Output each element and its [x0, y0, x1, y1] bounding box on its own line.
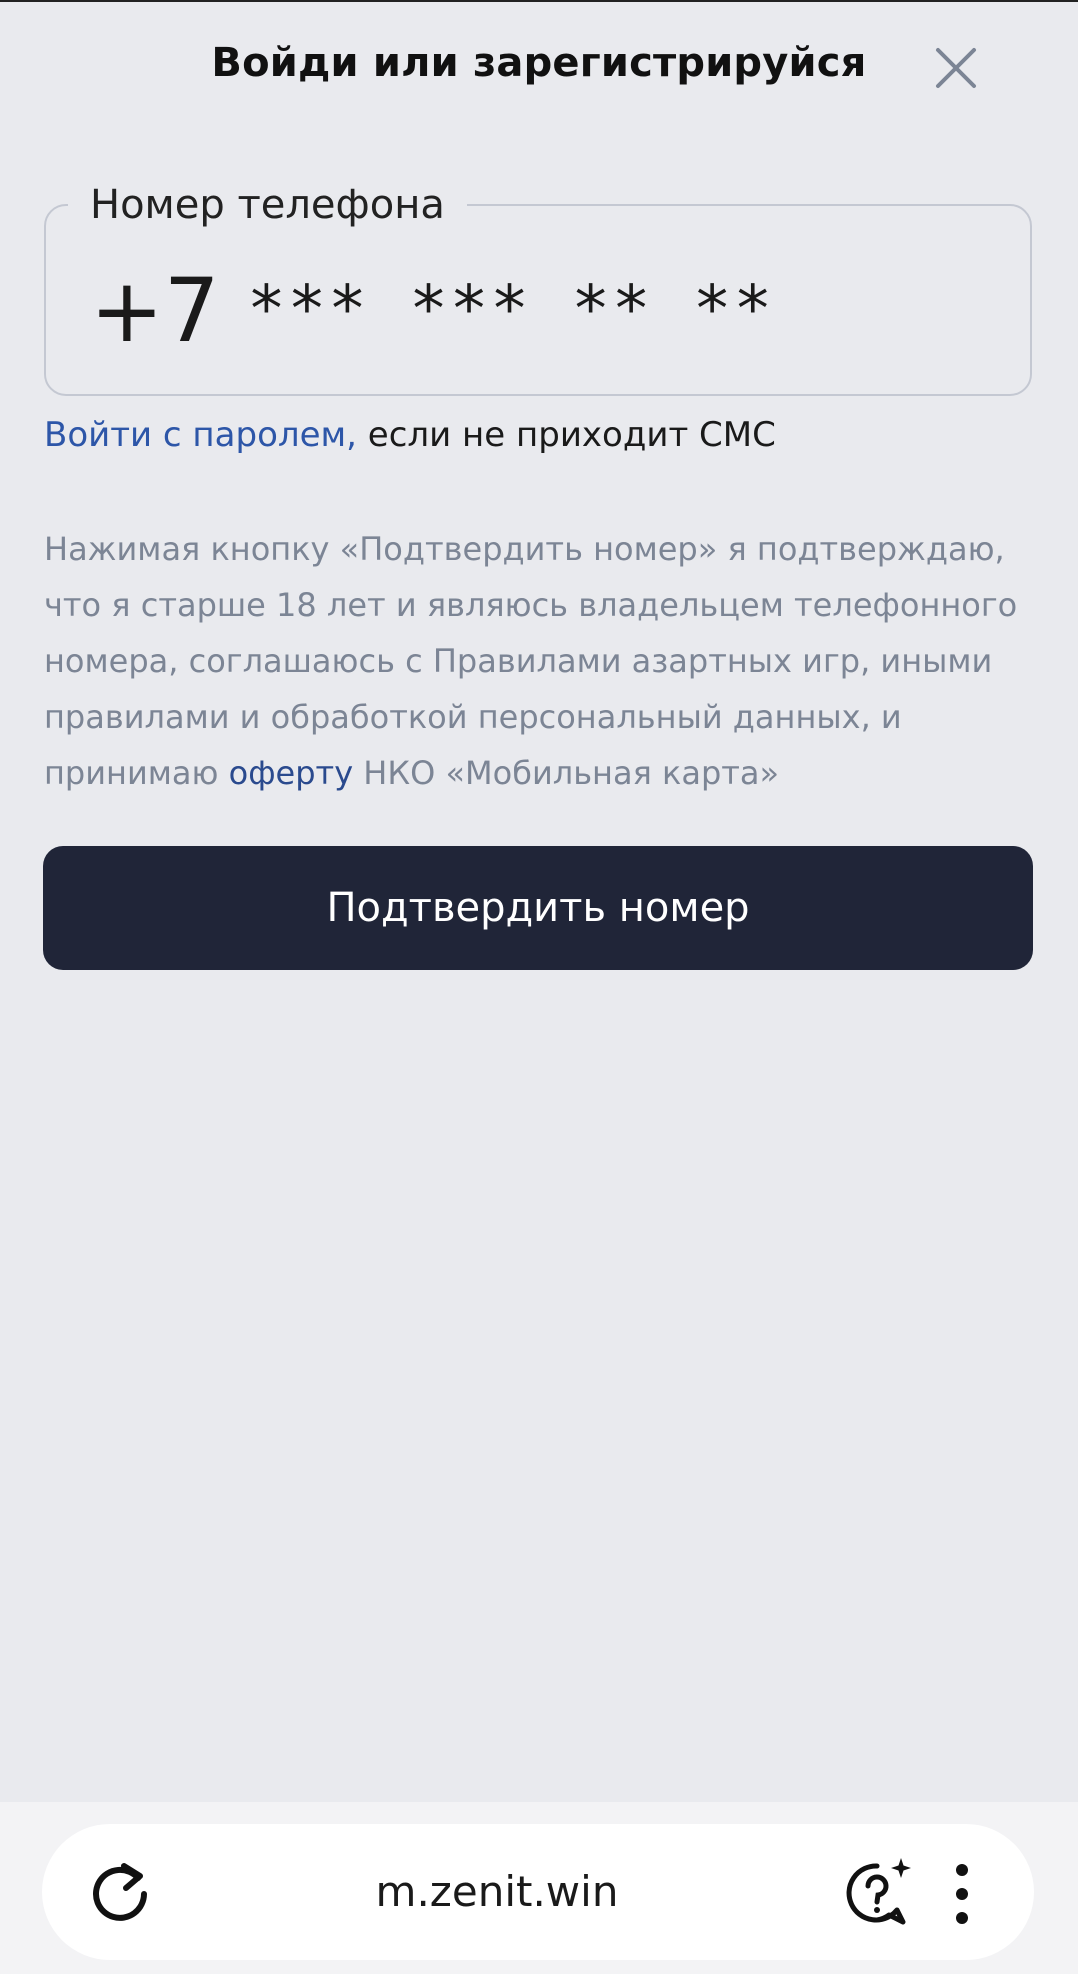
disclaimer-text-end: НКО «Мобильная карта»: [353, 754, 780, 792]
address-bar[interactable]: m.zenit.win: [42, 1824, 1034, 1960]
phone-mask: *** *** ** **: [247, 273, 774, 347]
more-vertical-icon: [956, 1864, 968, 1924]
close-button[interactable]: [928, 40, 984, 96]
sms-hint-text: если не приходит СМС: [357, 415, 776, 455]
login-page: Войди или зарегистрируйся Номер телефона…: [0, 0, 1078, 1974]
browser-bottom-bar: m.zenit.win: [0, 1802, 1078, 1974]
page-title: Войди или зарегистрируйся: [211, 40, 867, 86]
url-text[interactable]: m.zenit.win: [42, 1824, 952, 1960]
assistant-button[interactable]: [837, 1852, 919, 1934]
phone-input-value[interactable]: +7 *** *** ** **: [90, 260, 774, 362]
more-menu-button[interactable]: [942, 1854, 982, 1934]
phone-country-prefix: +7: [90, 259, 220, 362]
confirm-number-button[interactable]: Подтвердить номер: [43, 846, 1033, 970]
login-with-password-link[interactable]: Войти с паролем,: [44, 415, 357, 455]
phone-field-label: Номер телефона: [68, 180, 467, 230]
phone-number-field[interactable]: Номер телефона +7 *** *** ** **: [44, 180, 1032, 396]
terms-disclaimer: Нажимая кнопку «Подтвердить номер» я под…: [44, 521, 1034, 801]
disclaimer-text: Нажимая кнопку «Подтвердить номер» я под…: [44, 530, 1018, 792]
top-edge-divider: [0, 0, 1078, 2]
close-icon: [936, 48, 976, 88]
password-login-hint: Войти с паролем, если не приходит СМС: [44, 410, 776, 460]
assistant-help-icon: [846, 1858, 911, 1925]
offer-link[interactable]: оферту: [229, 754, 354, 792]
